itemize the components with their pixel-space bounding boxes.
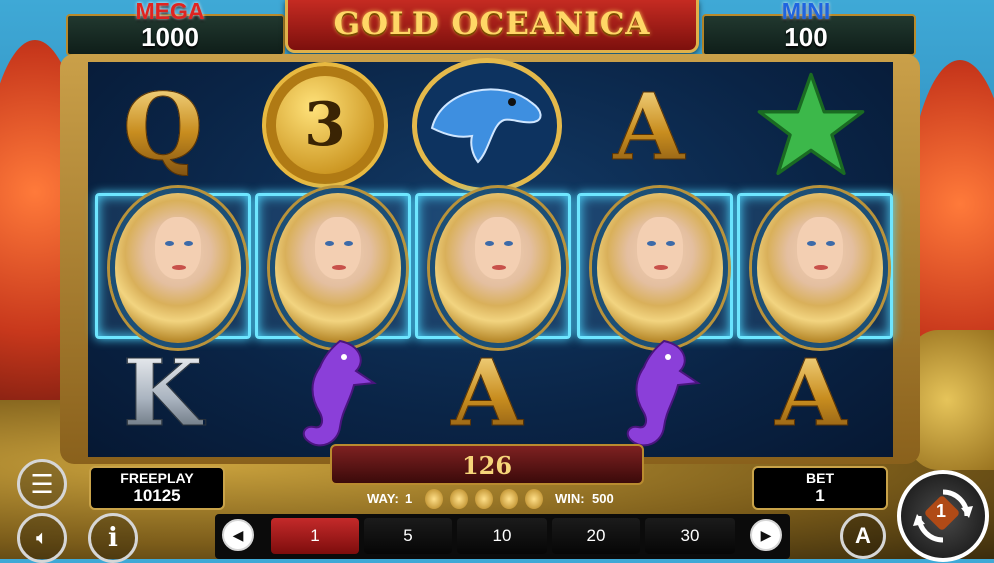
game-title: GOLD OCEANICA [333,6,651,42]
win-label: WIN: [555,491,585,506]
spin-badge-number: 1 [936,501,947,521]
starfish-icon [757,72,865,176]
freeplay-value: 10125 [133,486,181,505]
bet-option-20[interactable]: 20 [552,518,640,554]
freeplay-label: FREEPLAY [120,470,194,486]
symbol-coin: 3 [250,60,400,190]
symbol-ace: A [736,328,886,458]
symbol-letter: K [123,339,204,448]
way-value: 1 [405,491,413,506]
win-amount-bar: 126 [330,444,644,485]
info-icon: i [108,523,118,553]
seahorse-icon [626,339,701,446]
bet-option-5[interactable]: 5 [364,518,452,554]
autoplay-button[interactable]: A [840,513,886,559]
bet-option-10[interactable]: 10 [457,518,547,554]
symbol-letter: A [613,73,685,182]
mini-jackpot-value: 100 [784,22,828,52]
symbol-ace: A [412,328,562,458]
arrow-left-icon: ◀ [232,526,244,543]
winning-symbol-frame [95,188,251,348]
symbol-king: K [88,328,238,458]
way-coin-icon [450,489,468,509]
way-coin-icon [475,489,493,509]
mega-jackpot-value: 1000 [141,22,199,52]
winning-symbol-frame [255,188,411,348]
bet-option-1[interactable]: 1 [271,518,359,554]
win-amount: 126 [461,451,513,480]
goddess-icon [110,188,246,348]
arrow-right-icon: ▶ [760,526,772,543]
dolphin-icon [412,57,562,193]
bet-panel: BET 1 [752,466,888,510]
way-coin-icon [425,489,443,509]
bet-option-30[interactable]: 30 [645,518,735,554]
symbol-ace: A [574,62,724,192]
symbol-letter: Q [122,73,204,182]
menu-button[interactable]: ☰ [17,459,67,509]
goddess-icon [270,188,406,348]
info-button[interactable]: i [88,513,138,563]
spin-button[interactable]: 1 [897,470,989,562]
sound-button[interactable]: 🔈︎ [17,513,67,563]
symbol-dolphin [412,57,562,193]
seahorse-icon [302,339,377,446]
bet-decrease-button[interactable]: ◀ [222,519,254,551]
autoplay-icon: A [855,523,871,548]
symbol-letter: A [775,339,847,448]
speaker-icon: 🔈︎ [36,526,48,549]
bet-value: 1 [815,486,825,505]
symbol-seahorse [574,328,724,458]
bet-label: BET [806,470,834,486]
symbol-queen: Q [88,62,238,192]
way-label: WAY: [367,491,399,506]
goddess-icon [752,188,888,348]
winning-symbol-frame [577,188,733,348]
symbol-letter: A [451,339,523,448]
symbol-seahorse [250,328,400,458]
coin-value: 3 [304,90,346,160]
goddess-icon [430,188,566,348]
goddess-icon [592,188,728,348]
coin-icon: 3 [262,62,388,188]
freeplay-panel: FREEPLAY 10125 [89,466,225,510]
win-value: 500 [592,491,614,506]
way-coin-icon [500,489,518,509]
winning-symbol-frame [415,188,571,348]
game-title-banner: GOLD OCEANICA [285,0,699,53]
symbol-starfish [736,60,886,190]
hamburger-menu-icon: ☰ [30,469,54,499]
winning-symbol-frame [737,188,893,348]
bet-increase-button[interactable]: ▶ [750,519,782,551]
way-coin-icon [525,489,543,509]
